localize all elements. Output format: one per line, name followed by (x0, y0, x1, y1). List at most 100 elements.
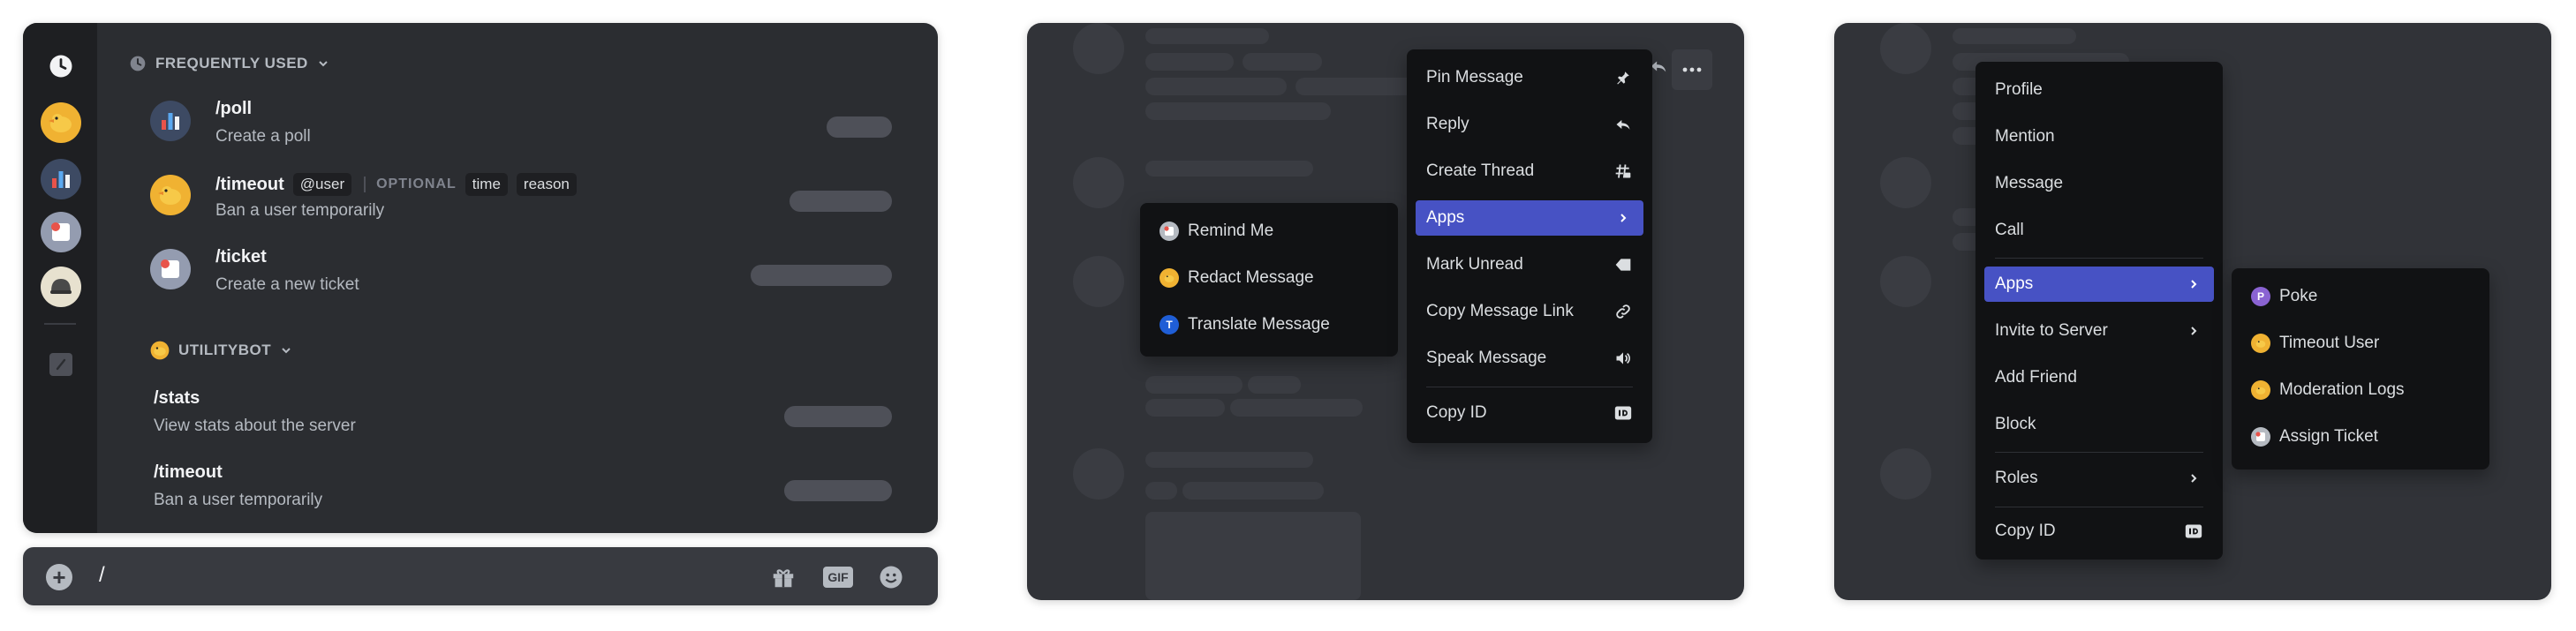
duck-bot-icon[interactable] (41, 102, 81, 143)
command-description: Ban a user temporarily (215, 201, 385, 220)
command-stats[interactable]: /stats View stats about the server (97, 383, 938, 454)
menu-item-message[interactable]: Message (1984, 166, 2214, 201)
section-title: FREQUENTLY USED (155, 55, 308, 71)
mark-unread-icon (1613, 255, 1633, 274)
command-poll[interactable]: /poll Create a poll (97, 94, 938, 164)
menu-item-invite-to-server[interactable]: Invite to Server (1984, 313, 2214, 349)
skeleton-avatar (1880, 157, 1931, 208)
menu-item-poke[interactable]: P Poke (2240, 279, 2481, 314)
command-name: /timeout (154, 462, 223, 482)
menu-item-translate-message[interactable]: T Translate Message (1149, 307, 1389, 342)
ticket-bot-icon[interactable] (41, 212, 81, 252)
duck-app-icon (2251, 334, 2270, 353)
translate-app-icon: T (1160, 315, 1179, 334)
argument-reason[interactable]: reason (516, 173, 577, 196)
placeholder-pill (789, 191, 892, 212)
menu-item-block[interactable]: Block (1984, 407, 2214, 442)
command-list: FREQUENTLY USED /poll Create a poll /tim… (97, 23, 938, 533)
menu-item-label: Invite to Server (1995, 321, 2108, 340)
command-description: Create a new ticket (215, 275, 359, 294)
add-attachment-icon[interactable]: + (46, 564, 72, 590)
gif-icon[interactable]: GIF (823, 562, 853, 592)
argument-time[interactable]: time (465, 173, 508, 196)
skeleton-line (1145, 399, 1225, 417)
chevron-down-icon (282, 348, 291, 354)
menu-item-create-thread[interactable]: Create Thread (1416, 154, 1643, 189)
menu-item-label: Remind Me (1188, 222, 1274, 240)
speaker-icon (1613, 349, 1633, 368)
menu-item-label: Translate Message (1188, 315, 1330, 334)
frequently-used-header[interactable]: FREQUENTLY USED (129, 55, 329, 72)
ticket-app-icon (2251, 427, 2270, 447)
menu-item-profile[interactable]: Profile (1984, 72, 2214, 108)
duck-app-icon (1160, 268, 1179, 288)
duck-bot-icon (150, 341, 170, 360)
menu-item-speak-message[interactable]: Speak Message (1416, 341, 1643, 376)
skeleton-line (1145, 376, 1243, 394)
more-options-icon[interactable] (1672, 49, 1712, 90)
clock-icon (130, 56, 146, 71)
poke-app-icon: P (2251, 287, 2270, 306)
menu-item-label: Apps (1995, 274, 2034, 293)
skeleton-image (1145, 512, 1361, 600)
menu-item-label: Copy ID (1995, 522, 2056, 540)
menu-item-redact-message[interactable]: Redact Message (1149, 260, 1389, 296)
menu-item-reply[interactable]: Reply (1416, 107, 1643, 142)
skeleton-avatar (1880, 448, 1931, 500)
menu-item-copy-id[interactable]: Copy ID (1984, 514, 2214, 549)
utilitybot-header[interactable]: UTILITYBOT (150, 341, 292, 360)
clock-icon[interactable] (41, 46, 81, 86)
menu-item-call[interactable]: Call (1984, 213, 2214, 248)
skeleton-line (1145, 161, 1313, 177)
message-input-bar: + / GIF (23, 547, 938, 605)
menu-item-mention[interactable]: Mention (1984, 119, 2214, 154)
menu-item-label: Redact Message (1188, 268, 1314, 287)
menu-item-label: Mark Unread (1426, 255, 1523, 274)
user-context-menu: Profile Mention Message Call Apps Invite… (1975, 62, 2223, 560)
command-ticket[interactable]: /ticket Create a new ticket (97, 242, 938, 312)
app-rail (23, 23, 97, 533)
menu-item-remind-me[interactable]: Remind Me (1149, 214, 1389, 249)
menu-item-label: Pin Message (1426, 68, 1523, 86)
duck-bot-icon (150, 175, 191, 215)
skeleton-avatar (1073, 23, 1124, 74)
skeleton-line (1145, 53, 1234, 71)
message-context-panel: Remind Me Redact Message T Translate Mes… (1027, 23, 1744, 600)
menu-item-apps[interactable]: Apps (1984, 267, 2214, 302)
chart-bot-icon[interactable] (41, 159, 81, 199)
argument-user[interactable]: @user (292, 173, 352, 196)
link-icon (1613, 302, 1633, 321)
menu-item-pin-message[interactable]: Pin Message (1416, 60, 1643, 95)
menu-item-roles[interactable]: Roles (1984, 461, 2214, 496)
command-name: /timeout (215, 174, 284, 194)
menu-item-label: Copy Message Link (1426, 302, 1574, 320)
menu-item-copy-message-link[interactable]: Copy Message Link (1416, 294, 1643, 329)
menu-item-label: Apps (1426, 208, 1465, 227)
rail-divider (44, 323, 76, 325)
menu-item-timeout-user[interactable]: Timeout User (2240, 326, 2481, 361)
menu-item-apps[interactable]: Apps (1416, 200, 1643, 236)
menu-item-label: Mention (1995, 127, 2055, 146)
command-timeout-utility[interactable]: /timeout Ban a user temporarily (97, 457, 938, 528)
message-input[interactable]: / (99, 563, 105, 588)
menu-item-mark-unread[interactable]: Mark Unread (1416, 247, 1643, 282)
menu-item-moderation-logs[interactable]: Moderation Logs (2240, 372, 2481, 408)
slash-icon[interactable] (41, 344, 81, 385)
chevron-down-icon (319, 61, 328, 67)
menu-item-add-friend[interactable]: Add Friend (1984, 360, 2214, 395)
menu-item-label: Message (1995, 174, 2064, 192)
optional-label: OPTIONAL (364, 177, 457, 192)
skeleton-avatar (1880, 256, 1931, 307)
command-timeout[interactable]: /timeout @user OPTIONAL time reason Ban … (97, 168, 938, 238)
skeleton-line (1248, 376, 1301, 394)
skeleton-line (1230, 399, 1363, 417)
helmet-bot-icon[interactable] (41, 267, 81, 307)
gift-icon[interactable] (768, 562, 798, 592)
placeholder-pill (827, 116, 892, 138)
user-context-panel: Profile Mention Message Call Apps Invite… (1834, 23, 2551, 600)
skeleton-avatar (1073, 448, 1124, 500)
menu-item-assign-ticket[interactable]: Assign Ticket (2240, 419, 2481, 454)
chevron-right-icon (2184, 469, 2203, 488)
emoji-icon[interactable] (876, 562, 906, 592)
menu-item-copy-id[interactable]: Copy ID (1416, 395, 1643, 431)
